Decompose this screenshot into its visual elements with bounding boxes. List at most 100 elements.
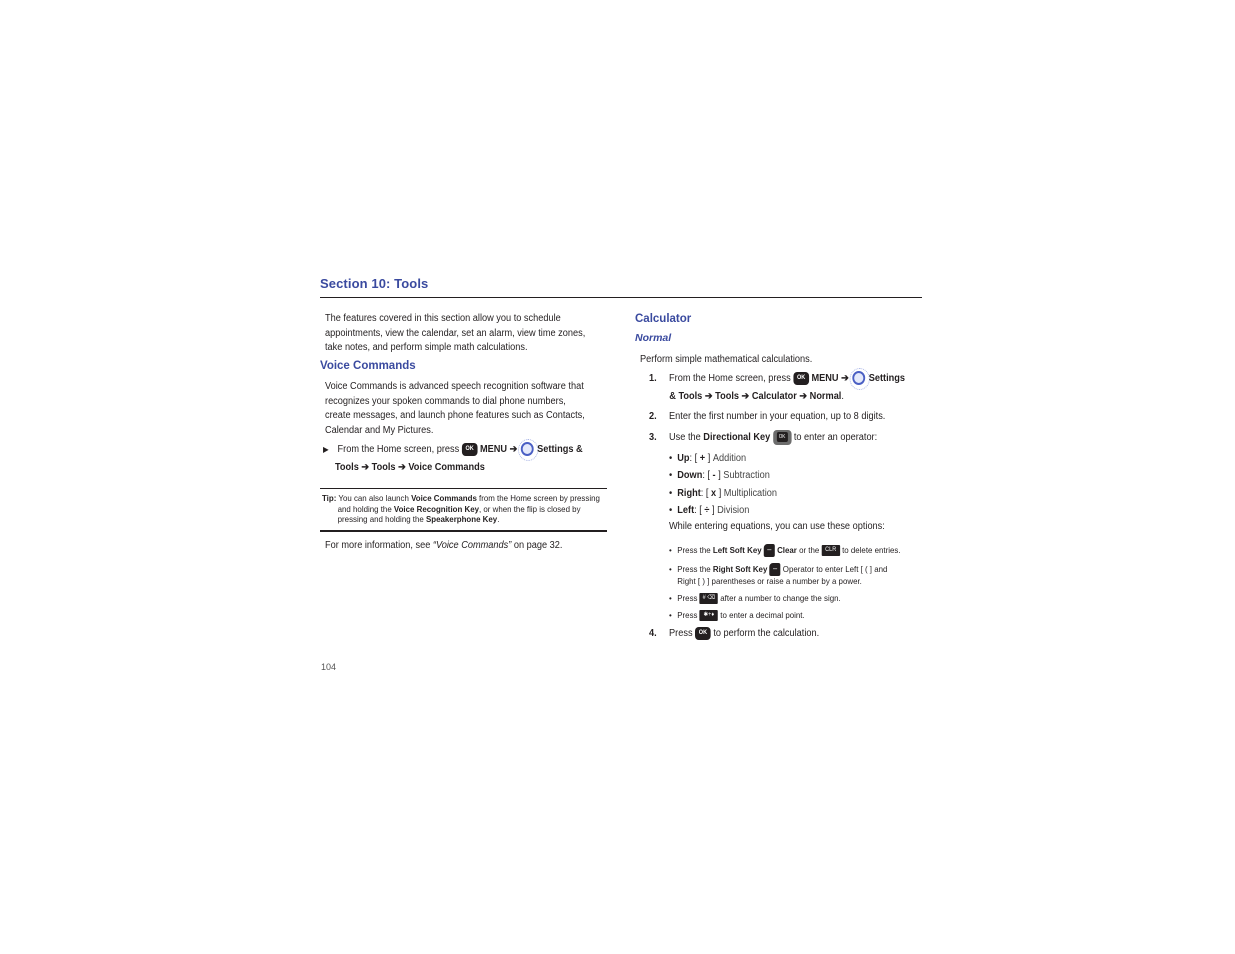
voice-commands-body: Voice Commands is advanced speech recogn… xyxy=(325,380,601,438)
voice-commands-label: Voice Commands xyxy=(408,462,485,473)
pound-key-icon: # ⌫ xyxy=(699,593,719,605)
settings-label: Settings & xyxy=(537,444,583,455)
voice-commands-step: ▶ From the Home screen, press OK MENU ➔ … xyxy=(323,439,599,477)
step-text: Enter the first number in your equation,… xyxy=(669,411,886,422)
arrow-icon: ➔ xyxy=(398,462,406,473)
intro-line: The features covered in this section all… xyxy=(325,313,561,324)
option-text: Operator to enter Left [ ( ] and xyxy=(782,563,888,574)
operator-name: Division xyxy=(717,504,750,516)
option-item: • Press the Left Soft Key – Clear or the … xyxy=(669,544,963,557)
step-number: 3. xyxy=(649,432,657,444)
step-text: Use the xyxy=(669,432,701,444)
operator-item: • Left: [ ÷ ] Division xyxy=(669,502,945,519)
body-line: recognizes your spoken commands to dial … xyxy=(325,395,566,407)
arrow-icon: ➔ xyxy=(509,444,518,455)
arrow-icon: ➔ xyxy=(841,373,849,384)
arrow-icon: ➔ xyxy=(799,391,808,402)
settings-label: Settings xyxy=(868,373,905,384)
tools-label: Tools xyxy=(334,462,359,473)
tip-bold: Voice Commands xyxy=(411,493,477,503)
operator-name: Subtraction xyxy=(723,470,770,482)
tip-bold: Speakerphone Key xyxy=(426,514,498,524)
tip-text: You can also launch xyxy=(338,493,409,503)
options-intro: While entering equations, you can use th… xyxy=(669,521,885,532)
operator-list: • Up: [ + ] Addition • Down: [ - ] Subtrac… xyxy=(669,450,945,519)
bullet-icon: • xyxy=(669,453,673,464)
step-text: to enter an operator: xyxy=(793,432,878,444)
tip-rule-bottom xyxy=(320,530,607,532)
step-text: Press xyxy=(669,628,693,640)
arrow-icon: ➔ xyxy=(361,462,370,473)
bullet-icon: • xyxy=(669,610,672,620)
page-number: 104 xyxy=(321,662,337,672)
directional-key-icon: OK xyxy=(772,430,792,445)
tip-text: from the Home screen by pressing xyxy=(479,493,600,503)
ok-key-icon: OK xyxy=(793,371,809,385)
header-rule xyxy=(320,297,922,298)
clr-key-icon: CLR xyxy=(821,545,840,556)
tip-bold: Voice Recognition Key xyxy=(393,503,480,514)
calc-step-1: 1. From the Home screen, press OK MENU ➔… xyxy=(649,368,925,406)
option-item: • Press the Right Soft Key – Operator to … xyxy=(669,563,963,587)
bullet-icon: • xyxy=(669,593,672,603)
calc-step-4: 4. Press OK to perform the calculation. xyxy=(649,627,925,642)
menu-label: MENU xyxy=(811,373,839,384)
option-text: Press xyxy=(677,610,698,620)
option-text: Right [ ) ] parentheses or raise a numbe… xyxy=(677,576,862,586)
more-info-text: on page 32. xyxy=(513,540,563,551)
voice-commands-heading: Voice Commands xyxy=(320,360,416,372)
step-text: From the Home screen, press xyxy=(337,444,460,455)
option-text: to delete entries. xyxy=(842,544,901,555)
step-number: 1. xyxy=(649,373,657,384)
tip-label: Tip: xyxy=(322,493,337,503)
body-line: Calendar and My Pictures. xyxy=(325,424,434,436)
operator-symbol: x xyxy=(711,487,717,499)
operator-dir: Down xyxy=(677,470,703,482)
operator-item: • Down: [ - ] Subtraction xyxy=(669,467,945,484)
option-text: Press the xyxy=(677,544,711,555)
option-item: • Press ✱+♦ to enter a decimal point. xyxy=(669,610,963,622)
bullet-icon: • xyxy=(669,504,673,516)
calculator-label: Calculator xyxy=(751,391,797,402)
option-text: Press xyxy=(677,593,698,603)
step-number: 2. xyxy=(649,411,657,422)
voice-commands-link[interactable]: “Voice Commands” xyxy=(433,540,511,551)
body-line: create messages, and launch phone featur… xyxy=(325,410,585,421)
bullet-icon: • xyxy=(669,470,673,482)
arrow-icon: ➔ xyxy=(741,391,750,402)
operator-symbol: - xyxy=(712,470,716,482)
tools-label: & Tools xyxy=(669,391,703,402)
operator-symbol: + xyxy=(699,453,706,464)
tip-text: . xyxy=(497,514,500,524)
left-soft-key-icon: – xyxy=(763,544,775,557)
operator-dir: Left xyxy=(677,504,695,516)
intro-line: appointments, view the calendar, set an … xyxy=(325,327,586,339)
calculator-heading: Calculator xyxy=(635,313,692,325)
period: . xyxy=(841,391,844,402)
arrow-icon: ➔ xyxy=(704,391,713,402)
option-text: after a number to change the sign. xyxy=(720,593,841,603)
calc-step-2: 2. Enter the first number in your equati… xyxy=(649,410,925,425)
settings-gear-icon xyxy=(849,368,870,391)
intro-line: take notes, and perform simple math calc… xyxy=(325,342,528,353)
operator-symbol: ÷ xyxy=(704,504,710,516)
star-key-icon: ✱+♦ xyxy=(699,610,719,622)
operator-name: Multiplication xyxy=(723,487,777,499)
step-text: to perform the calculation. xyxy=(713,628,820,640)
tip-box: Tip: You can also launch Voice Commands … xyxy=(322,493,607,525)
operator-item: • Right: [ x ] Multiplication xyxy=(669,485,945,502)
option-text: to enter a decimal point. xyxy=(720,610,805,620)
section-title: Section 10: Tools xyxy=(320,276,429,291)
clear-label: Clear xyxy=(777,544,797,555)
directional-key-label: Directional Key xyxy=(703,432,771,444)
ok-key-icon: OK xyxy=(461,442,478,456)
operator-dir: Right xyxy=(677,487,701,499)
calculator-desc: Perform simple mathematical calculations… xyxy=(640,354,813,365)
operator-item: • Up: [ + ] Addition xyxy=(669,450,945,467)
tip-text: and holding the xyxy=(337,503,392,514)
tip-text: , or when the flip is closed by xyxy=(479,503,581,514)
normal-label: Normal xyxy=(809,391,842,402)
left-soft-key-label: Left Soft Key xyxy=(712,544,762,555)
bullet-icon: • xyxy=(669,563,672,574)
tip-text: pressing and holding the xyxy=(337,514,424,524)
